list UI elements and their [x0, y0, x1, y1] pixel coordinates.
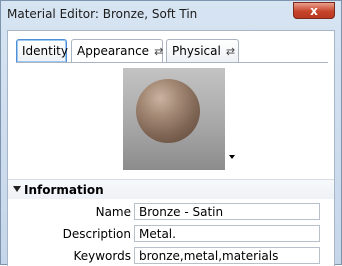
close-button[interactable]: x	[293, 2, 335, 19]
tab-physical-label: Physical	[172, 44, 221, 58]
window-title: Material Editor: Bronze, Soft Tin	[7, 7, 198, 21]
editor-panel: Identity Appearance ⇄ Physical ⇄ Informati…	[7, 30, 335, 266]
collapse-triangle-icon[interactable]	[13, 186, 21, 192]
tab-identity[interactable]: Identity	[16, 39, 68, 62]
name-label: Name	[95, 205, 131, 219]
swap-arrows-icon[interactable]: ⇄	[226, 45, 235, 58]
tab-divider	[16, 62, 328, 63]
keywords-field[interactable]: bronze,metal,materials	[134, 247, 320, 264]
tab-identity-label: Identity	[22, 44, 68, 58]
name-field[interactable]: Bronze - Satin	[134, 203, 320, 220]
tab-appearance-label: Appearance	[77, 44, 150, 58]
section-title: Information	[24, 183, 104, 197]
material-preview[interactable]	[123, 68, 225, 170]
material-editor-window: Material Editor: Bronze, Soft Tin x Iden…	[0, 0, 342, 266]
information-section-header[interactable]: Information	[8, 180, 334, 199]
tab-appearance[interactable]: Appearance ⇄	[71, 39, 163, 63]
keywords-label: Keywords	[73, 249, 131, 263]
title-bar[interactable]: Material Editor: Bronze, Soft Tin x	[1, 1, 341, 23]
description-field[interactable]: Metal.	[134, 225, 320, 242]
tab-physical[interactable]: Physical ⇄	[166, 39, 239, 62]
sphere-preview	[136, 79, 200, 143]
chevron-down-icon[interactable]	[229, 155, 235, 159]
description-label: Description	[62, 227, 131, 241]
swap-arrows-icon[interactable]: ⇄	[154, 45, 163, 58]
